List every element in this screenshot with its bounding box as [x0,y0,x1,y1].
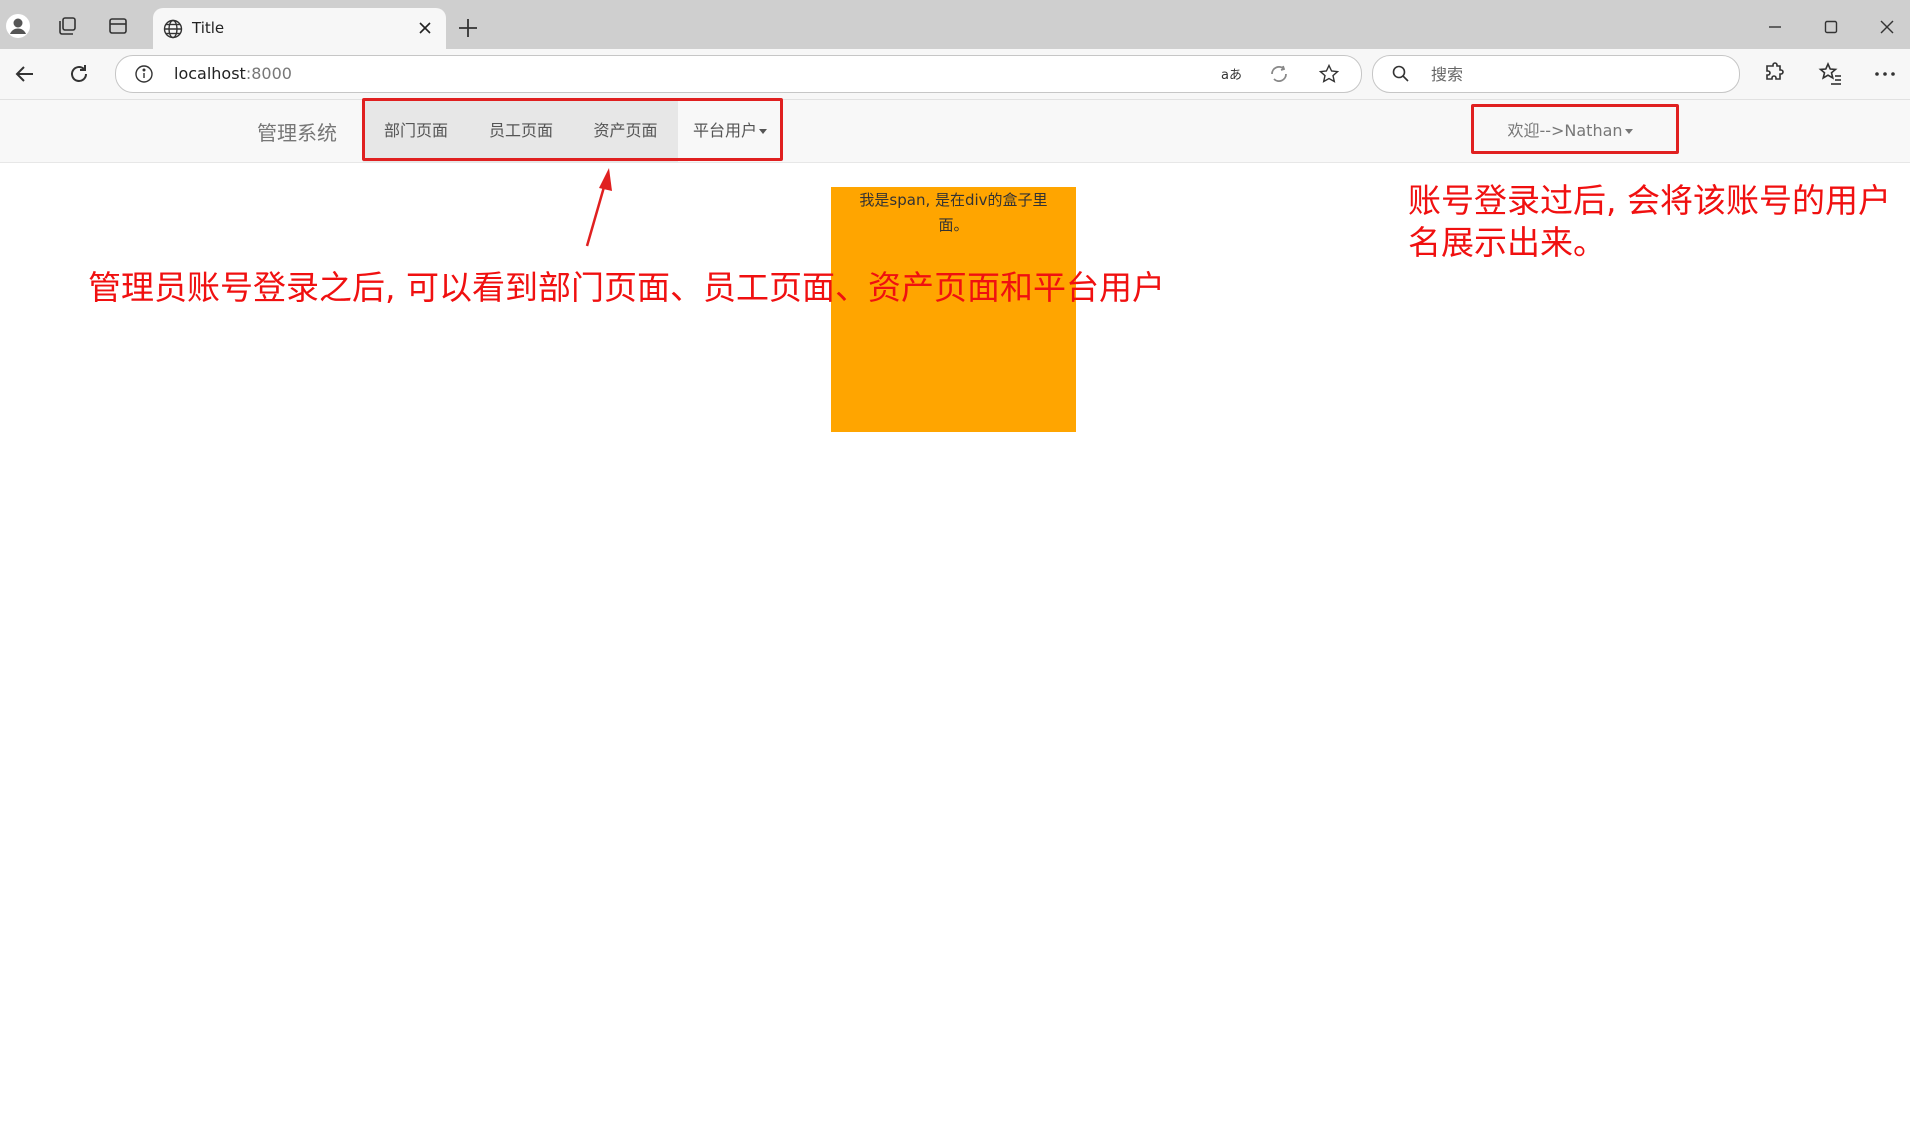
browser-toolbar: localhost:8000 aあ [0,49,1910,100]
svg-text:aあ: aあ [1221,68,1242,83]
browser-search-box[interactable] [1372,55,1740,93]
more-icon[interactable] [1872,61,1898,87]
refresh-icon[interactable] [66,61,92,87]
back-arrow-icon[interactable] [12,61,38,87]
search-icon [1392,65,1409,82]
extensions-icon[interactable] [1760,61,1786,87]
info-icon[interactable] [134,64,154,84]
profile-icon[interactable] [1,9,35,43]
address-url: localhost:8000 [174,64,292,83]
close-icon[interactable] [417,20,433,36]
copilot-icon[interactable] [1268,63,1290,85]
address-bar[interactable]: localhost:8000 aあ [115,55,1362,93]
annotation-note-left: 管理员账号登录之后, 可以看到部门页面、员工页面、资产页面和平台用户 [88,268,1165,307]
annotation-arrow-icon [585,168,612,247]
annotation-note-right-line1: 账号登录过后, 会将该账号的用户 [1408,181,1891,220]
minimize-icon[interactable] [1764,16,1786,38]
browser-tab-strip: Title [0,0,1910,49]
search-input[interactable] [1429,62,1723,86]
annotation-box-nav [362,98,783,161]
annotation-box-welcome [1471,104,1679,154]
plus-icon[interactable] [455,15,481,41]
tab-title: Title [192,19,225,37]
workspaces-icon[interactable] [50,9,84,43]
star-icon[interactable] [1318,63,1340,85]
annotation-note-right: 账号登录过后, 会将该账号的用户 名展示出来。 [1408,180,1891,264]
read-aloud-icon[interactable]: aあ [1220,63,1242,85]
globe-icon [163,19,183,39]
annotation-note-right-line2: 名展示出来。 [1408,223,1606,262]
brand-title[interactable]: 管理系统 [257,117,337,146]
browser-tab[interactable]: Title [153,8,446,49]
favorites-icon[interactable] [1818,61,1844,87]
orange-div-box: 我是span, 是在div的盒子里面。 [831,187,1076,432]
window-close-icon[interactable] [1876,16,1898,38]
tab-actions-icon[interactable] [101,9,135,43]
span-text: 我是span, 是在div的盒子里面。 [859,191,1048,234]
maximize-icon[interactable] [1820,16,1842,38]
